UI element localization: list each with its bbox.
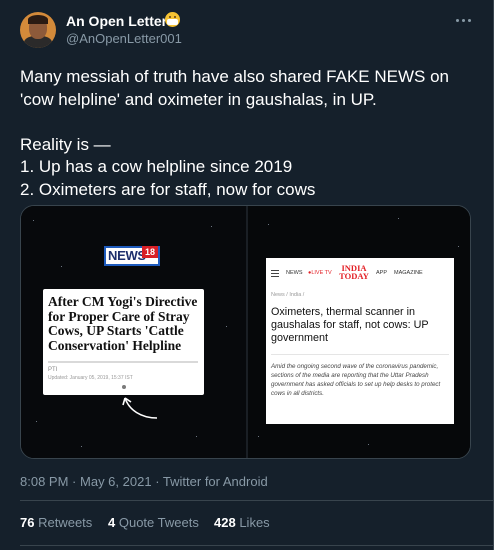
meta-separator: · [155, 474, 160, 489]
star [458, 246, 459, 247]
tweet-date[interactable]: May 6, 2021 [80, 474, 152, 489]
nav-item-live-tv: ●LIVE TV [308, 270, 332, 276]
tweet-text: Many messiah of truth have also shared F… [20, 67, 449, 199]
nav-item-app: APP [376, 270, 388, 276]
star [61, 266, 62, 267]
news18-logo-text: NEWS [108, 248, 146, 263]
more-options-icon[interactable] [455, 15, 473, 27]
menu-line [271, 276, 279, 277]
likes-count: 428 [214, 515, 236, 530]
tweet-time[interactable]: 8:08 PM [20, 474, 68, 489]
media-image-right[interactable]: NEWS ●LIVE TV INDIA TODAY APP MAGAZINE N… [248, 206, 470, 458]
retweets-stat[interactable]: 76 Retweets [20, 515, 92, 530]
india-today-article-card: NEWS ●LIVE TV INDIA TODAY APP MAGAZINE N… [266, 258, 454, 424]
quote-tweets-stat[interactable]: 4 Quote Tweets [108, 515, 199, 530]
star [211, 226, 212, 227]
star [226, 326, 227, 327]
meta-separator: · [72, 474, 77, 489]
india-today-logo-line2: TODAY [339, 270, 369, 281]
news18-logo-badge: 18 [142, 246, 158, 258]
quote-tweets-count: 4 [108, 515, 116, 530]
tweet-metadata: 8:08 PM · May 6, 2021 · Twitter for Andr… [20, 474, 268, 489]
nav-item-news: NEWS [286, 270, 303, 276]
star [36, 421, 37, 422]
divider-line [20, 545, 494, 546]
avatar[interactable] [20, 12, 56, 48]
news18-divider [48, 361, 198, 363]
more-dot [462, 19, 465, 22]
menu-line [271, 273, 279, 274]
cursor-dot [122, 385, 126, 389]
display-name[interactable]: An Open Letter [66, 13, 167, 29]
likes-stat[interactable]: 428 Likes [214, 515, 270, 530]
emoji-eye [169, 16, 171, 18]
retweets-label: Retweets [38, 515, 93, 530]
emoji-mask [167, 19, 178, 25]
star [398, 218, 399, 219]
menu-line [271, 270, 279, 271]
india-today-breadcrumb: News / India / [271, 292, 305, 298]
news18-headline: After CM Yogi's Directive for Proper Car… [48, 294, 198, 353]
divider-line [20, 500, 494, 501]
more-dot [468, 19, 471, 22]
star [268, 224, 269, 225]
star [258, 436, 259, 437]
star [368, 444, 369, 445]
tweet-client[interactable]: Twitter for Android [163, 474, 268, 489]
india-today-headline: Oximeters, thermal scanner in gaushalas … [271, 306, 429, 344]
quote-tweets-label: Quote Tweets [118, 515, 199, 530]
india-today-summary: Amid the ongoing second wave of the coro… [271, 363, 441, 397]
star [33, 220, 34, 221]
avatar-hair [28, 15, 48, 24]
news18-updated: Updated: January 05, 2019, 15:37 IST [48, 375, 133, 381]
news18-source: PTI [48, 367, 58, 373]
star [196, 436, 197, 437]
nav-item-magazine: MAGAZINE [394, 270, 423, 276]
star [81, 446, 82, 447]
likes-label: Likes [239, 515, 270, 530]
retweets-count: 76 [20, 515, 35, 530]
user-handle[interactable]: @AnOpenLetter001 [66, 31, 182, 46]
india-today-logo: INDIA TODAY [339, 264, 369, 281]
media-image-left[interactable]: NEWS 18 After CM Yogi's Directive for Pr… [21, 206, 246, 458]
india-today-divider [271, 354, 449, 355]
tweet-media[interactable]: NEWS 18 After CM Yogi's Directive for Pr… [20, 205, 471, 459]
masked-face-emoji-icon [165, 12, 180, 27]
news18-article-card: After CM Yogi's Directive for Proper Car… [43, 289, 204, 395]
curved-arrow-icon [122, 397, 158, 419]
news18-logo: NEWS 18 [104, 246, 160, 266]
hamburger-menu-icon [271, 270, 279, 277]
tweet: An Open Letter @AnOpenLetter001 Many mes… [0, 0, 494, 550]
more-dot [456, 19, 459, 22]
india-today-nav: NEWS ●LIVE TV INDIA TODAY APP MAGAZINE [266, 264, 454, 282]
emoji-eye [174, 16, 176, 18]
